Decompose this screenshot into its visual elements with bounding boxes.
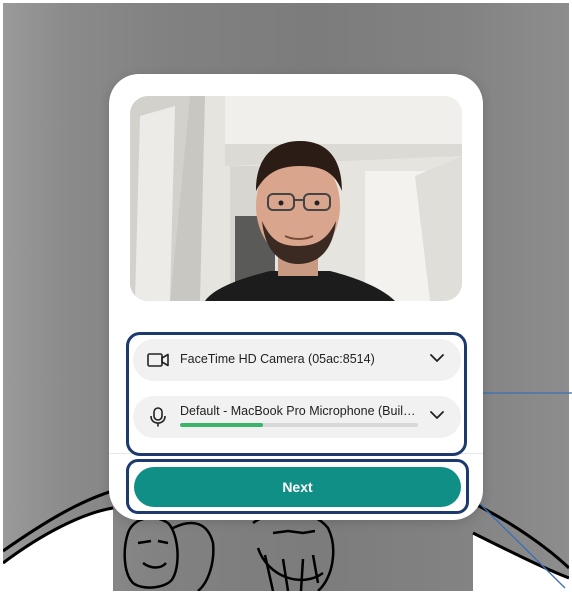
camera-select[interactable]: FaceTime HD Camera (05ac:8514) bbox=[133, 339, 461, 381]
camera-select-label: FaceTime HD Camera (05ac:8514) bbox=[180, 352, 375, 366]
video-camera-icon bbox=[147, 353, 169, 367]
camera-preview-image bbox=[130, 96, 462, 301]
microphone-icon bbox=[150, 407, 166, 427]
mic-level-fill bbox=[180, 423, 264, 427]
chevron-down-icon bbox=[430, 411, 444, 419]
mic-level-meter bbox=[180, 423, 418, 427]
camera-preview bbox=[130, 96, 462, 301]
microphone-select-label: Default - MacBook Pro Microphone (Buil… bbox=[180, 404, 416, 418]
divider bbox=[109, 453, 483, 454]
microphone-select[interactable]: Default - MacBook Pro Microphone (Buil… bbox=[133, 396, 461, 438]
chevron-down-icon bbox=[430, 354, 444, 362]
device-setup-card: FaceTime HD Camera (05ac:8514) Default -… bbox=[109, 74, 483, 520]
next-button[interactable]: Next bbox=[134, 467, 461, 507]
